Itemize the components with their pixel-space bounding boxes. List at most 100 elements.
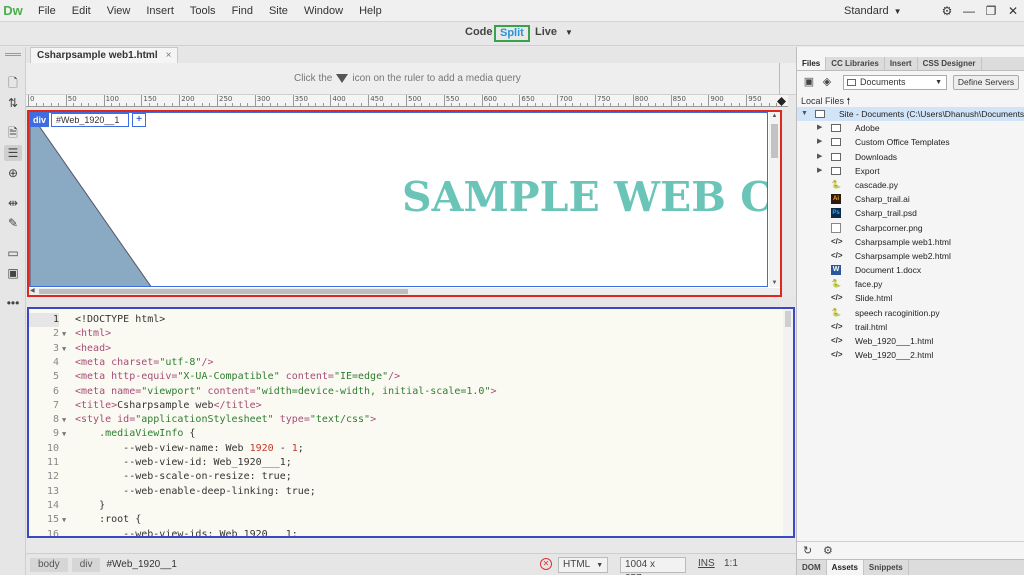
file-tree-file[interactable]: 🐍 cascade.py	[797, 178, 1024, 192]
code-line[interactable]: 13 --web-enable-deep-linking: true;	[29, 485, 785, 499]
collapse-icon[interactable]: ▶	[817, 121, 822, 135]
menu-edit[interactable]: Edit	[64, 0, 99, 22]
menu-file[interactable]: File	[30, 0, 64, 22]
recent-snippets-icon[interactable]: ▣	[4, 265, 22, 281]
live-view-vertical-scrollbar[interactable]: ▲ ▼	[769, 112, 780, 287]
code-text[interactable]: .mediaViewInfo {	[75, 427, 195, 441]
live-view-panel[interactable]: div #Web_1920__1 + SAMPLE WEB CS ▲ ▼ ◀	[27, 110, 782, 297]
code-line[interactable]: 6 <meta name="viewport" content="width=de…	[29, 385, 785, 399]
close-icon[interactable]: ×	[166, 50, 172, 61]
code-view-button[interactable]: Code	[462, 25, 496, 42]
live-view-horizontal-scrollbar[interactable]: ◀	[29, 288, 780, 295]
scroll-up-icon[interactable]: ▲	[770, 113, 779, 119]
file-tree-folder[interactable]: ▼ Site - Documents (C:\Users\Dhanush\Docu…	[797, 107, 1024, 122]
tag-selector-body[interactable]: body	[30, 557, 68, 572]
code-line[interactable]: 11 --web-view-id: Web_1920___1;	[29, 456, 785, 470]
file-tree-file[interactable]: Ai Csharp_trail.ai	[797, 192, 1024, 206]
code-text[interactable]: <style id="applicationStylesheet" type="…	[75, 413, 376, 427]
minimize-icon[interactable]: —	[958, 4, 980, 18]
code-text[interactable]: <meta name="viewport" content="width=dev…	[75, 385, 497, 399]
menu-help[interactable]: Help	[351, 0, 390, 22]
tag-selector-current[interactable]: #Web_1920__1	[106, 559, 176, 570]
live-view-button[interactable]: Live ▼	[532, 25, 576, 42]
open-documents-icon[interactable]: 🗋	[4, 75, 22, 91]
format-source-icon[interactable]: ☰	[4, 145, 22, 161]
close-icon[interactable]: ✕	[1002, 4, 1024, 18]
file-tree-folder[interactable]: ▶ Adobe	[797, 121, 1024, 135]
refresh-icon[interactable]: ↻	[803, 544, 812, 557]
code-text[interactable]: --web-view-id: Web_1920___1;	[75, 456, 292, 470]
code-line[interactable]: 15 ▼ :root {	[29, 513, 785, 527]
tab-assets[interactable]: Assets	[826, 560, 864, 575]
file-management-icon[interactable]: ⇅	[4, 95, 22, 111]
edit-tag-icon[interactable]: ✎	[4, 215, 22, 231]
file-tree-folder[interactable]: ▶ Custom Office Templates	[797, 135, 1024, 149]
code-line[interactable]: 3 ▼ <head>	[29, 342, 785, 356]
menu-insert[interactable]: Insert	[138, 0, 182, 22]
code-text[interactable]: <title>Csharpsample web</title>	[75, 399, 262, 413]
code-line[interactable]: 8 ▼ <style id="applicationStylesheet" type…	[29, 413, 785, 427]
ruler[interactable]: 0 50 100 150 200 250 300 350 400 450 500 550 600 650 7…	[26, 95, 788, 107]
chevron-down-icon[interactable]: ▼	[565, 28, 573, 37]
scroll-thumb[interactable]	[39, 289, 408, 294]
file-tree-file[interactable]: Ps Csharp_trail.psd	[797, 206, 1024, 220]
sync-settings-icon[interactable]: ⚙	[936, 4, 958, 18]
window-size-select[interactable]: 1004 x 257▼	[620, 557, 686, 575]
file-tree-folder[interactable]: ▶ Downloads	[797, 150, 1024, 164]
workspace-switcher[interactable]: Standard ▼	[844, 0, 902, 23]
code-text[interactable]: <!DOCTYPE html>	[75, 313, 165, 327]
split-view-divider[interactable]	[26, 297, 796, 307]
tab-snippets[interactable]: Snippets	[864, 560, 909, 575]
insert-mode-indicator[interactable]: INS	[698, 558, 715, 569]
more-icon[interactable]: •••	[4, 295, 22, 311]
file-tree-file[interactable]: </> trail.html	[797, 320, 1024, 334]
menu-window[interactable]: Window	[296, 0, 351, 22]
code-line[interactable]: 4 <meta charset="utf-8"/>	[29, 356, 785, 370]
scroll-down-icon[interactable]: ▼	[770, 280, 779, 286]
code-text[interactable]: }	[75, 499, 105, 513]
fold-toggle-icon[interactable]: ▼	[62, 327, 66, 341]
error-status-icon[interactable]: ✕	[540, 558, 552, 570]
comment-icon[interactable]: ▭	[4, 245, 22, 261]
file-tree-file[interactable]: 🐍 face.py	[797, 277, 1024, 291]
collapse-icon[interactable]: ▶	[817, 135, 822, 149]
code-text[interactable]: <head>	[75, 342, 111, 356]
code-line[interactable]: 1 <!DOCTYPE html>	[29, 313, 785, 328]
file-tree-file[interactable]: </> Web_1920___2.html	[797, 348, 1024, 362]
code-text[interactable]: --web-view-ids: Web_1920___1;	[75, 528, 298, 537]
scroll-left-icon[interactable]: ◀	[30, 287, 35, 294]
live-code-icon[interactable]: 🗎	[4, 125, 22, 141]
code-line[interactable]: 9 ▼ .mediaViewInfo {	[29, 427, 785, 441]
fold-toggle-icon[interactable]: ▼	[62, 342, 66, 356]
upload-icon[interactable]: ⚙	[823, 544, 833, 557]
file-tree-file[interactable]: 🐍 speech racoginition.py	[797, 306, 1024, 320]
code-line[interactable]: 5 <meta http-equiv="X-UA-Compatible" cont…	[29, 370, 785, 384]
menu-find[interactable]: Find	[224, 0, 261, 22]
document-type-select[interactable]: HTML ▼	[558, 557, 608, 573]
element-tag-label[interactable]: div	[30, 113, 50, 127]
sync-icon[interactable]: ◈	[819, 75, 835, 89]
element-id-field[interactable]: #Web_1920__1	[51, 113, 130, 127]
connect-icon[interactable]: ▣	[801, 75, 817, 89]
tab-dom[interactable]: DOM	[797, 560, 827, 575]
code-line[interactable]: 7 <title>Csharpsample web</title>	[29, 399, 785, 413]
toolbar-grip[interactable]	[5, 53, 21, 56]
tab-files[interactable]: Files	[797, 57, 827, 70]
fold-toggle-icon[interactable]: ▼	[62, 413, 66, 427]
code-line[interactable]: 14 }	[29, 499, 785, 513]
collapse-icon[interactable]: ▶	[817, 150, 822, 164]
tab-insert[interactable]: Insert	[885, 57, 918, 70]
code-text[interactable]: :root {	[75, 513, 141, 527]
file-tree-file[interactable]: W Document 1.docx	[797, 263, 1024, 277]
collapse-icon[interactable]: ▶	[817, 164, 822, 178]
split-view-button[interactable]: Split	[494, 25, 530, 42]
file-tree-file[interactable]: </> Web_1920___1.html	[797, 334, 1024, 348]
menu-view[interactable]: View	[99, 0, 139, 22]
code-view-panel[interactable]: 1 <!DOCTYPE html> 2 ▼ <html> 3 ▼ <head> 4 <meta c…	[27, 307, 795, 538]
file-tree-file[interactable]: </> Csharpsample web2.html	[797, 249, 1024, 263]
menu-tools[interactable]: Tools	[182, 0, 224, 22]
expand-icon[interactable]: ▼	[801, 107, 808, 121]
menu-site[interactable]: Site	[261, 0, 296, 22]
code-line[interactable]: 16 --web-view-ids: Web_1920___1;	[29, 528, 785, 537]
tab-cc-libraries[interactable]: CC Libraries	[826, 57, 885, 70]
